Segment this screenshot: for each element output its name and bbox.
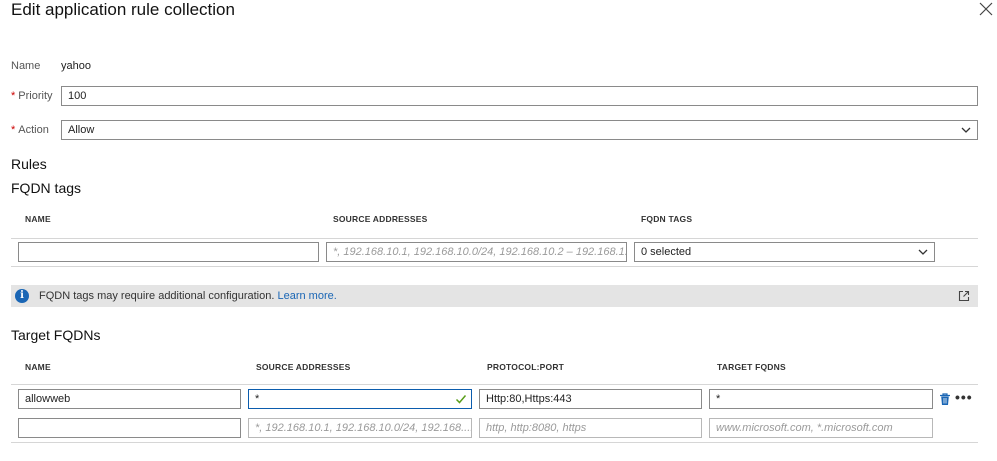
rules-heading: Rules <box>11 156 47 172</box>
column-header-source-addresses: SOURCE ADDRESSES <box>256 362 351 372</box>
priority-label: * Priority <box>11 90 53 102</box>
column-header-name: NAME <box>25 362 51 372</box>
target-fqdns-input[interactable]: * <box>709 389 933 409</box>
chevron-down-icon <box>961 127 971 133</box>
fqdn-tags-source-input[interactable]: *, 192.168.10.1, 192.168.10.0/24, 192.16… <box>326 242 627 262</box>
fqdn-tags-heading: FQDN tags <box>11 180 82 196</box>
more-icon[interactable]: ••• <box>955 389 973 405</box>
action-select[interactable]: Allow <box>61 120 978 140</box>
column-header-fqdn-tags: FQDN TAGS <box>641 214 693 224</box>
info-banner: i FQDN tags may require additional confi… <box>11 285 978 307</box>
learn-more-link[interactable]: Learn more. <box>277 290 336 302</box>
column-header-protocol-port: PROTOCOL:PORT <box>487 362 565 372</box>
action-label-text: Action <box>18 124 49 136</box>
divider <box>11 442 978 443</box>
new-target-source-input[interactable]: *, 192.168.10.1, 192.168.10.0/24, 192.16… <box>248 418 472 438</box>
target-protocol-input[interactable]: Http:80,Https:443 <box>479 389 702 409</box>
check-icon <box>455 395 467 404</box>
new-target-name-input[interactable] <box>18 418 241 438</box>
divider <box>11 266 978 267</box>
column-header-source-addresses: SOURCE ADDRESSES <box>333 214 428 224</box>
action-selected-value: Allow <box>68 124 95 136</box>
column-header-name: NAME <box>25 214 51 224</box>
required-mark: * <box>11 90 16 102</box>
priority-label-text: Priority <box>18 90 53 102</box>
page-title: Edit application rule collection <box>11 0 235 19</box>
divider <box>11 384 978 385</box>
action-label: * Action <box>11 124 49 136</box>
priority-input[interactable]: 100 <box>61 86 978 106</box>
target-source-input[interactable]: * <box>248 389 472 409</box>
info-icon: i <box>15 289 29 303</box>
info-message: FQDN tags may require additional configu… <box>39 290 275 302</box>
trash-icon[interactable] <box>939 393 951 406</box>
external-link-icon[interactable] <box>958 290 970 302</box>
target-fqdns-heading: Target FQDNs <box>11 327 101 343</box>
info-text: FQDN tags may require additional configu… <box>39 290 337 302</box>
fqdn-tags-name-input[interactable] <box>18 242 319 262</box>
new-target-fqdns-input[interactable]: www.microsoft.com, *.microsoft.com <box>709 418 933 438</box>
name-label: Name <box>11 60 41 72</box>
fqdn-tags-select[interactable]: 0 selected <box>634 242 935 262</box>
fqdn-tags-selected-value: 0 selected <box>641 246 692 258</box>
new-target-protocol-input[interactable]: http, http:8080, https <box>479 418 702 438</box>
chevron-down-icon <box>918 249 928 255</box>
close-icon[interactable] <box>979 2 993 16</box>
required-mark: * <box>11 124 16 136</box>
divider <box>11 238 978 239</box>
target-source-value: * <box>255 393 260 405</box>
name-value: yahoo <box>61 60 91 72</box>
column-header-target-fqdns: TARGET FQDNS <box>717 362 786 372</box>
target-name-input[interactable]: allowweb <box>18 389 241 409</box>
